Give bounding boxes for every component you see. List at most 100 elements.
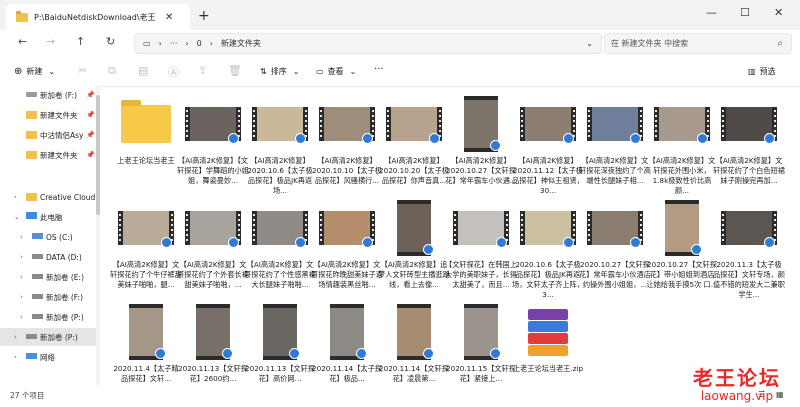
rename-button[interactable]: Ⓐ [168,64,179,80]
minimize-button[interactable]: — [706,6,717,19]
file-item-video[interactable]: 2020.10.27【文轩探花】带小姐姐到酒店 让她给我手摸5次 口... [646,196,718,289]
new-tab-button[interactable]: + [198,8,210,24]
sort-button[interactable]: ⇅ 排序 ⌄ [260,66,299,77]
up-button[interactable]: ↑ [76,35,85,48]
sidebar-item-drive-f[interactable]: 新加卷 (F:) 📌 [0,86,96,104]
copy-button[interactable]: ⧉ [108,64,116,78]
sidebar-item-label: 新建文件夹 [40,150,78,160]
search-box[interactable]: 在 新建文件夹 中搜索 ⌕ [604,33,792,54]
file-item-video[interactable]: 2020.11.13【文轩探花】高价网... [245,300,315,383]
cloud-sync-icon [222,348,233,359]
file-item-video[interactable]: 【AI高清2K修复】文轩探花约了个白色短裙妹子刚操完再加... [713,92,785,185]
file-name: 2020.11.14【文轩探花】凌晨第... [379,364,449,383]
chevron-down-icon: ⌄ [48,67,56,76]
sidebar-item-drive-p[interactable]: › 新加卷 (P:) [0,308,96,326]
search-input[interactable]: 在 新建文件夹 中搜索 [611,38,688,49]
file-name: 2020.11.13【文轩探花】2600约... [178,364,248,383]
watermark-title: 老王论坛 [693,366,781,390]
file-item-video[interactable]: 【AI高清2K修复】2020.10.27【文轩探花】常年霸车小伙遇... [445,92,517,185]
file-item-video[interactable]: 【AI高清2K修复】文轩探花约了个牛仔裤甜美妹子啪啪，腿... [110,196,182,289]
file-item-video[interactable]: 【AI高清2K修复】追梦人文轩砖型主播逛路线，看上去像... [378,196,450,289]
file-item-video[interactable]: 【AI高清2K修复】文轩探花约了个性感黑裙大长腿妹子啪啪... [244,196,316,289]
cloud-sync-icon [295,237,306,248]
forward-button[interactable]: → [46,35,55,48]
video-thumbnail [449,92,513,156]
chevron-right-icon[interactable]: › [20,313,23,321]
view-icon: ▭ [316,67,324,76]
sidebar-item-drive-f2[interactable]: › 新加卷 (F:) [0,288,96,306]
maximize-button[interactable]: ☐ [740,6,750,19]
chevron-right-icon[interactable]: › [14,333,17,341]
cut-button[interactable]: ✂ [78,64,87,77]
share-button[interactable]: ⇪ [198,64,207,77]
address-dropdown-icon[interactable]: ⌄ [586,39,593,48]
file-item-folder[interactable]: 上老王论坛当老王 [114,92,178,168]
sidebar-item-drive-d[interactable]: › DATA (D:) [0,248,96,266]
video-thumbnail [181,92,245,156]
breadcrumb-overflow-button[interactable]: ··· [170,39,178,48]
paste-button[interactable]: ▤ [138,64,148,77]
new-button[interactable]: ⊕ 新建 ⌄ [14,66,55,77]
file-item-video[interactable]: 【AI高清2K修复】2020.10.6【太子极品探花】极品JK再返场... [247,92,313,195]
navigation-bar: ← → ↑ ↻ ▭ › ··· › 0 › 新建文件夹 ⌄ 在 新建文件夹 中搜… [0,30,800,54]
close-tab-icon[interactable]: ✕ [165,12,173,23]
file-item-video[interactable]: 2020.11.15【文轩探花】紧接上... [446,300,516,383]
sidebar-item-folder-1[interactable]: 新建文件夹 📌 [0,106,96,124]
file-item-video[interactable]: 2020.11.3【太子极品探花】文轩专场，颜值不错的短发大二兼职学生... [713,196,785,299]
breadcrumb-segment-0[interactable]: 0 [197,39,202,48]
breadcrumb-segment-folder[interactable]: 新建文件夹 [221,38,261,49]
close-window-button[interactable]: ✕ [774,6,783,19]
file-item-video[interactable]: 【AI高清2K修复】2020.11.12【太子极品探花】神似王祖贤，30... [512,92,584,195]
tab-title: P:\BaiduNetdiskDownload\老王 [34,12,156,22]
cloud-sync-icon [764,237,775,248]
file-item-video[interactable]: 【AI高清2K修复】【文轩探花】学舞蹈的小姐姐，舞姿曼妙... [177,92,249,185]
chevron-down-icon[interactable]: ⌄ [14,213,20,221]
file-item-archive[interactable]: 上老王论坛当老王.zip [513,300,583,376]
preview-label: 预选 [759,67,776,76]
file-item-video[interactable]: 2020.11.4【太子精品探花】文轩... [113,300,179,383]
sidebar-scrollbar-thumb[interactable] [96,95,100,215]
delete-button[interactable]: 🗑 [228,64,242,77]
chevron-right-icon[interactable]: › [20,273,23,281]
file-item-video[interactable]: 【AI高清2K修复】2020.10.10【太子极品探花】风骚横行... [312,92,382,185]
chevron-right-icon[interactable]: › [20,233,23,241]
film-icon [464,304,501,360]
sidebar-item-drive-e[interactable]: › 新加卷 (E:) [0,268,96,286]
chevron-right-icon[interactable]: › [14,193,17,201]
file-item-video[interactable]: 2020.11.14【太子探花】极品... [312,300,382,383]
sidebar-item-drive-p-selected[interactable]: › 新加卷 (P:) [0,328,96,346]
sidebar-item-folder-2[interactable]: 中沽情侣Asy 📌 [0,126,96,144]
file-name: 【AI高清2K修复】2020.11.12【太子极品探花】神似王祖贤，30... [512,156,584,195]
file-item-video[interactable]: 【AI高清2K修复】文轩探花约了个外套长裙甜美妹子啪啪，... [177,196,249,289]
file-item-video[interactable]: 2020.11.14【文轩探花】凌晨第... [379,300,449,383]
address-bar[interactable]: ▭ › ··· › 0 › 新建文件夹 ⌄ [134,33,602,54]
chevron-right-icon[interactable]: › [14,353,17,361]
file-item-video[interactable]: 【AI高清2K修复】文轩探花深夜独约了个高端性长腿妹子相... [579,92,651,185]
refresh-button[interactable]: ↻ [106,35,115,48]
cloud-sync-icon [563,133,574,144]
file-item-video[interactable]: 【AI高清2K修复】文轩探花外围小米，1.8k极致性价比高颜... [649,92,715,195]
view-button[interactable]: ▭ 查看 ⌄ [316,66,356,77]
file-item-video[interactable]: 2020.10.27【文轩探花】常年霸车小伙酒店约操外围小姐姐，... [579,196,651,289]
cloud-sync-icon [496,237,507,248]
sidebar-item-creative-cloud[interactable]: › Creative Cloud [0,188,96,206]
tab-current-folder[interactable]: P:\BaiduNetdiskDownload\老王 ✕ [6,4,190,30]
chevron-right-icon[interactable]: › [20,253,23,261]
more-options-button[interactable]: ··· [374,64,384,75]
file-item-video[interactable]: 2020.10.6【太子极品探花】极品JK再返场，文轩太子齐上阵，3... [512,196,584,299]
file-item-video[interactable]: 【AI高清2K修复】2020.10.20【太子极品探花】你声音真... [379,92,449,185]
file-item-video[interactable]: 2020.11.13【文轩探花】2600约... [178,300,248,383]
rename-icon: Ⓐ [168,66,179,79]
preview-pane-button[interactable]: ▥ 预选 [748,66,776,77]
film-icon [252,107,308,144]
sidebar-item-drive-c[interactable]: › OS (C:) [0,228,96,246]
file-item-video[interactable]: 【AI高清2K修复】文轩探花昨晚甜美妹子返场情趣装黑丝啪... [311,196,383,289]
sidebar-item-network[interactable]: › 网络 [0,348,96,366]
sidebar-item-this-pc[interactable]: ⌄ 此电脑 [0,208,96,226]
file-item-video[interactable]: 【文轩探花】在韩国上大学的美职妹子，长得太甜美了，而且... [445,196,517,289]
back-button[interactable]: ← [18,35,27,48]
sidebar-item-folder-3[interactable]: 新建文件夹 📌 [0,146,96,164]
pc-icon [26,212,37,219]
chevron-right-icon[interactable]: › [20,293,23,301]
film-icon [665,200,702,256]
